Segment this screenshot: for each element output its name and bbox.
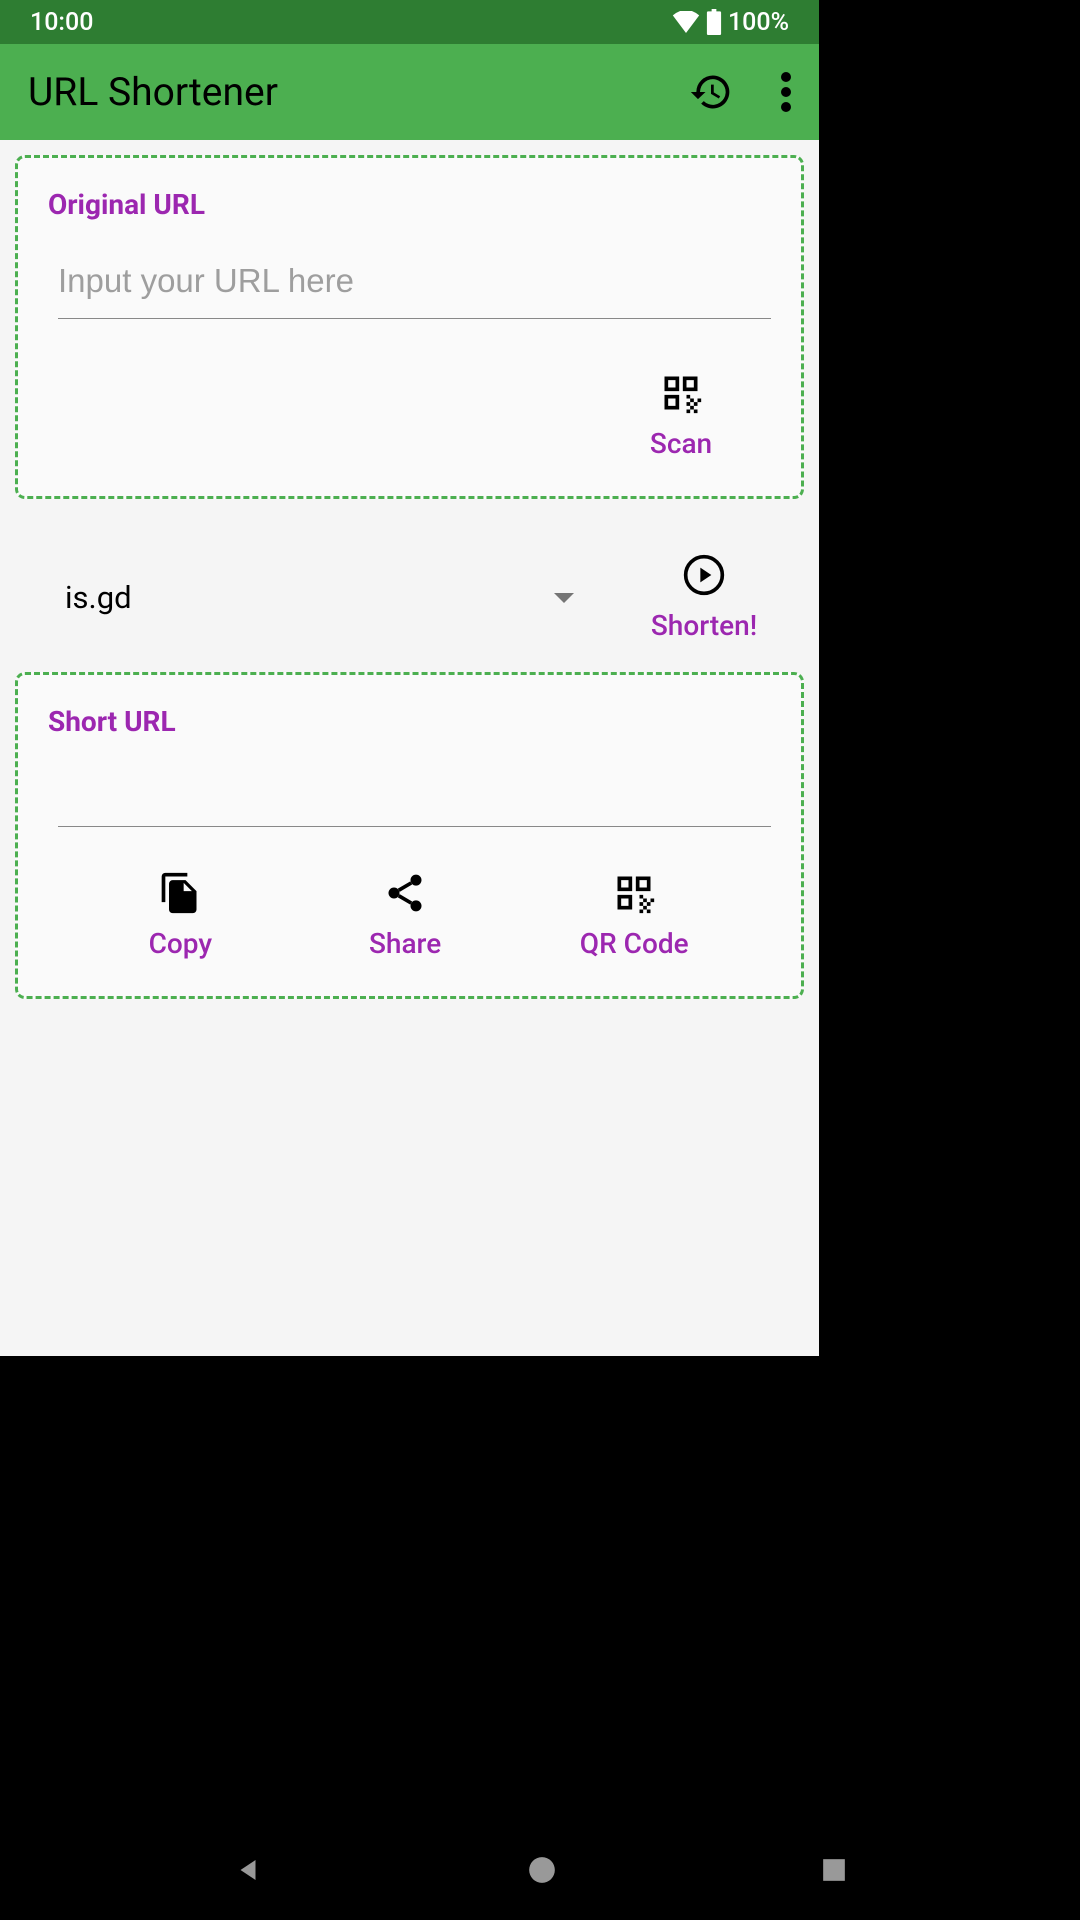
copy-icon [158, 871, 202, 915]
app-title: URL Shortener [28, 69, 278, 115]
share-button[interactable]: Share [355, 871, 455, 960]
qrcode-icon [612, 871, 656, 915]
home-icon[interactable] [528, 1856, 556, 1884]
recents-icon[interactable] [821, 1857, 847, 1883]
qr-scan-icon [659, 371, 703, 415]
status-time: 10:00 [30, 8, 93, 37]
short-url-value [58, 773, 771, 827]
copy-button[interactable]: Copy [130, 871, 230, 960]
status-bar: 10:00 100% [0, 0, 819, 44]
provider-selected: is.gd [65, 579, 132, 616]
shorten-label: Shorten! [651, 609, 757, 642]
share-icon [383, 871, 427, 915]
chevron-down-icon [554, 593, 574, 603]
more-icon[interactable] [781, 72, 791, 112]
provider-dropdown[interactable]: is.gd [45, 569, 594, 626]
play-circle-icon [682, 553, 726, 597]
back-icon[interactable] [233, 1855, 263, 1885]
share-label: Share [369, 927, 441, 960]
status-battery: 100% [728, 8, 789, 37]
scan-label: Scan [650, 427, 712, 460]
history-icon[interactable] [689, 70, 733, 114]
wifi-icon [672, 11, 700, 33]
original-url-label: Original URL [48, 188, 771, 221]
short-url-card: Short URL Copy Share QR Code [15, 672, 804, 999]
short-url-label: Short URL [48, 705, 771, 738]
original-url-input[interactable] [58, 256, 771, 319]
battery-icon [706, 9, 722, 35]
scan-button[interactable]: Scan [631, 371, 731, 460]
shorten-button[interactable]: Shorten! [634, 553, 774, 642]
navigation-bar [0, 1820, 1080, 1920]
original-url-card: Original URL Scan [15, 155, 804, 499]
copy-label: Copy [149, 927, 212, 960]
app-bar: URL Shortener [0, 44, 819, 140]
qrcode-label: QR Code [580, 927, 689, 960]
main-content: Original URL Scan is.gd Shorten! Short U… [0, 140, 819, 1356]
middle-controls: is.gd Shorten! [15, 529, 804, 672]
qrcode-button[interactable]: QR Code [580, 871, 689, 960]
